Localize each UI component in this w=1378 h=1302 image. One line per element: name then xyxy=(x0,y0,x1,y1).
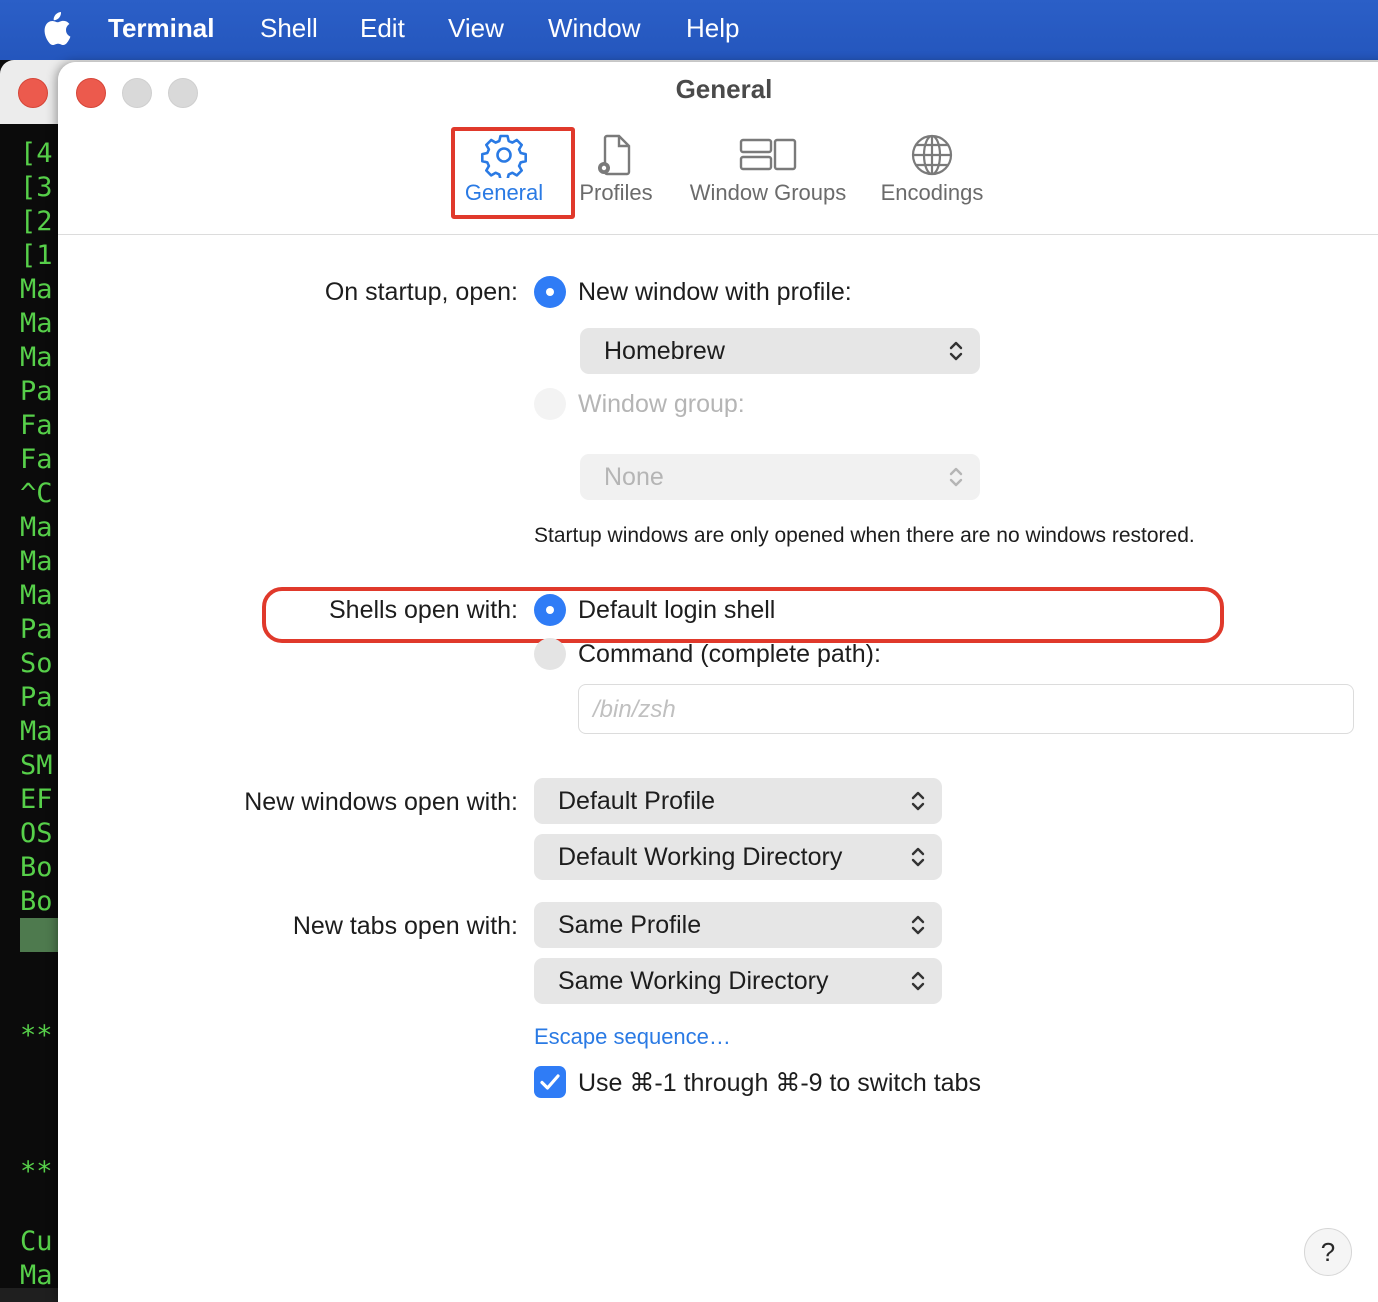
terminal-line: Bo xyxy=(20,886,53,917)
window-group-popup[interactable]: None xyxy=(580,454,980,500)
tab-profiles[interactable]: Profiles xyxy=(570,132,662,206)
terminal-line: Ma xyxy=(20,512,53,543)
chevron-up-down-icon xyxy=(911,915,925,935)
terminal-line: ^C xyxy=(20,478,53,509)
new-window-profile-radio[interactable] xyxy=(534,276,566,308)
menu-bar: Terminal Shell Edit View Window Help xyxy=(0,0,1378,60)
menu-app-terminal[interactable]: Terminal xyxy=(108,13,214,44)
terminal-line: Fa xyxy=(20,444,53,475)
terminal-cursor xyxy=(20,918,58,952)
menu-shell[interactable]: Shell xyxy=(260,13,318,44)
chevron-up-down-icon xyxy=(949,341,963,361)
tab-window-groups[interactable]: Window Groups xyxy=(682,132,854,206)
terminal-line: Ma xyxy=(20,274,53,305)
terminal-line: [2 xyxy=(20,206,53,237)
chevron-up-down-icon xyxy=(911,847,925,867)
new-windows-label: New windows open with: xyxy=(244,788,518,816)
startup-profile-value: Homebrew xyxy=(604,337,725,365)
terminal-line: [3 xyxy=(20,172,53,203)
new-tabs-directory-value: Same Working Directory xyxy=(558,967,829,995)
terminal-line: Pa xyxy=(20,614,53,645)
terminal-close-button[interactable] xyxy=(18,78,48,108)
terminal-line: Pa xyxy=(20,376,53,407)
terminal-line: [4 xyxy=(20,138,53,169)
window-title: General xyxy=(675,74,773,104)
tab-encodings[interactable]: Encodings xyxy=(876,132,988,206)
chevron-up-down-icon xyxy=(949,467,963,487)
new-tabs-profile-value: Same Profile xyxy=(558,911,702,939)
menu-window[interactable]: Window xyxy=(548,13,640,44)
globe-icon xyxy=(911,134,953,176)
terminal-line: Cu xyxy=(20,1226,53,1257)
new-windows-directory-value: Default Working Directory xyxy=(558,843,843,871)
terminal-line: Fa xyxy=(20,410,53,441)
window-group-option[interactable]: Window group: xyxy=(578,390,745,419)
terminal-line: Ma xyxy=(20,580,53,611)
terminal-line: Ma xyxy=(20,342,53,373)
terminal-line: Bo xyxy=(20,852,53,883)
menu-edit[interactable]: Edit xyxy=(360,13,405,44)
menu-help[interactable]: Help xyxy=(686,13,739,44)
terminal-line: Ma xyxy=(20,1260,53,1291)
terminal-line: Ma xyxy=(20,308,53,339)
tab-profiles-label: Profiles xyxy=(579,180,653,205)
escape-sequence-link[interactable]: Escape sequence… xyxy=(534,1024,731,1050)
settings-window: General General Profiles Window Groups E… xyxy=(58,62,1378,1302)
startup-label: On startup, open: xyxy=(324,278,518,306)
new-windows-profile-popup[interactable]: Default Profile xyxy=(534,778,942,824)
tab-window-groups-label: Window Groups xyxy=(689,180,847,205)
tab-encodings-label: Encodings xyxy=(880,180,984,205)
apple-logo-icon[interactable] xyxy=(38,10,72,48)
command-path-field[interactable]: /bin/zsh xyxy=(578,684,1354,734)
chevron-up-down-icon xyxy=(911,791,925,811)
general-tab-highlight-box xyxy=(451,127,575,219)
new-tabs-directory-popup[interactable]: Same Working Directory xyxy=(534,958,942,1004)
terminal-line: [1 xyxy=(20,240,53,271)
startup-note: Startup windows are only opened when the… xyxy=(534,524,1195,547)
new-tabs-label: New tabs open with: xyxy=(292,912,518,940)
terminal-line: ** xyxy=(20,1156,53,1187)
terminal-line: OS xyxy=(20,818,53,849)
terminal-line: ** xyxy=(20,1020,53,1051)
new-windows-directory-popup[interactable]: Default Working Directory xyxy=(534,834,942,880)
command-option[interactable]: Command (complete path): xyxy=(578,640,881,669)
terminal-line: Pa xyxy=(20,682,53,713)
switch-tabs-label[interactable]: Use ⌘-1 through ⌘-9 to switch tabs xyxy=(578,1068,981,1098)
new-window-profile-option[interactable]: New window with profile: xyxy=(578,278,852,307)
chevron-up-down-icon xyxy=(911,971,925,991)
menu-view[interactable]: View xyxy=(448,13,504,44)
profile-document-icon xyxy=(598,134,631,176)
command-path-placeholder: /bin/zsh xyxy=(593,696,676,723)
window-groups-icon xyxy=(739,138,797,171)
window-group-value: None xyxy=(604,463,664,491)
switch-tabs-checkbox[interactable] xyxy=(534,1066,566,1098)
settings-toolbar: General General Profiles Window Groups E… xyxy=(58,62,1378,235)
checkmark-icon xyxy=(540,1074,560,1090)
new-tabs-profile-popup[interactable]: Same Profile xyxy=(534,902,942,948)
new-windows-profile-value: Default Profile xyxy=(558,787,716,815)
terminal-line: Ma xyxy=(20,546,53,577)
terminal-line: SM xyxy=(20,750,53,781)
terminal-line: EF xyxy=(20,784,53,815)
startup-profile-popup[interactable]: Homebrew xyxy=(580,328,980,374)
terminal-line: Ma xyxy=(20,716,53,747)
terminal-line: So xyxy=(20,648,53,679)
default-login-shell-radio[interactable] xyxy=(534,594,566,626)
window-group-radio[interactable] xyxy=(534,388,566,420)
shells-label: Shells open with: xyxy=(328,596,518,624)
help-button[interactable]: ? xyxy=(1304,1228,1352,1276)
default-login-shell-option[interactable]: Default login shell xyxy=(578,596,775,625)
command-radio[interactable] xyxy=(534,638,566,670)
